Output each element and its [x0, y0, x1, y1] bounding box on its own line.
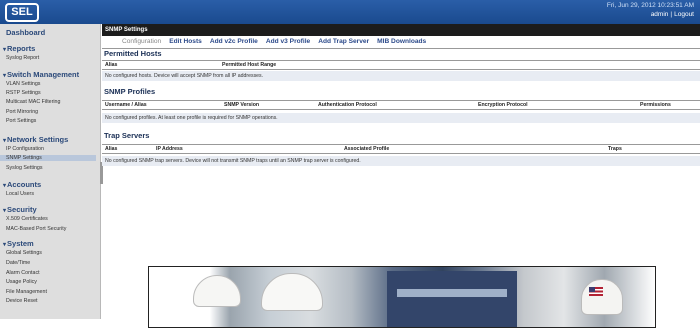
sidebar-section-security[interactable]: ▾Security	[0, 205, 100, 214]
sidebar-item-syslog-report[interactable]: Syslog Report	[0, 55, 100, 61]
sidebar-item-port-mirroring[interactable]: Port Mirroring	[0, 109, 100, 115]
sidebar-item-usage-policy[interactable]: Usage Policy	[0, 279, 100, 285]
user-separator: |	[670, 11, 673, 18]
column-header: Authentication Protocol	[318, 102, 377, 108]
sidebar-item-device-reset[interactable]: Device Reset	[0, 298, 100, 304]
trap-servers-heading: Trap Servers	[104, 131, 150, 140]
permitted-hosts-empty-message: No configured hosts. Device will accept …	[102, 71, 700, 81]
section-label: Accounts	[7, 180, 42, 189]
column-header: Permissions	[640, 102, 671, 108]
section-label: Network Settings	[7, 135, 69, 144]
column-header: Associated Profile	[344, 146, 390, 152]
tab-add-v3-profile[interactable]: Add v3 Profile	[266, 38, 310, 48]
tab-add-trap-server[interactable]: Add Trap Server	[318, 38, 369, 48]
top-header-bar: SEL Fri, Jun 29, 2012 10:23:51 AM admin |…	[0, 0, 700, 24]
tab-mib-downloads[interactable]: MIB Downloads	[377, 38, 426, 48]
sidebar-section-switch-management[interactable]: ▾Switch Management	[0, 70, 100, 79]
logout-link[interactable]: Logout	[674, 11, 694, 18]
datetime-display: Fri, Jun 29, 2012 10:23:51 AM	[606, 2, 694, 9]
section-label: Switch Management	[7, 70, 80, 79]
sidebar-item-date-time[interactable]: Date/Time	[0, 260, 100, 266]
section-label: System	[7, 239, 34, 248]
sidebar-item-syslog-settings[interactable]: Syslog Settings	[0, 165, 100, 171]
section-label: Security	[7, 205, 37, 214]
sidebar-item-alarm-contact[interactable]: Alarm Contact	[0, 270, 100, 276]
tab-add-v2c-profile[interactable]: Add v2c Profile	[210, 38, 258, 48]
sidebar-section-accounts[interactable]: ▾Accounts	[0, 180, 100, 189]
sidebar-item-rstp-settings[interactable]: RSTP Settings	[0, 90, 100, 96]
tab-bar: Configuration Edit Hosts Add v2c Profile…	[122, 38, 434, 48]
sidebar-item-vlan-settings[interactable]: VLAN Settings	[0, 81, 100, 87]
sidebar-item-file-management[interactable]: File Management	[0, 289, 100, 295]
trap-servers-header-row: Alias IP Address Associated Profile Trap…	[102, 144, 700, 154]
column-header: Alias	[105, 146, 118, 152]
expand-arrow-icon: ▾	[3, 73, 7, 79]
permitted-hosts-header-row: Alias Permitted Host Range	[102, 60, 700, 70]
sidebar-item-x509-certificates[interactable]: X.509 Certificates	[0, 216, 100, 222]
sidebar-item-snmp-settings[interactable]: SNMP Settings	[0, 155, 96, 161]
flag-canton	[589, 287, 595, 292]
sidebar-item-local-users[interactable]: Local Users	[0, 191, 100, 197]
expand-arrow-icon: ▾	[3, 242, 7, 248]
sidebar-item-ip-configuration[interactable]: IP Configuration	[0, 146, 100, 152]
sidebar-section-reports[interactable]: ▾Reports	[0, 44, 100, 53]
column-header: Alias	[105, 62, 118, 68]
hard-hat-right	[581, 279, 623, 315]
column-header: Encryption Protocol	[478, 102, 528, 108]
tab-divider	[102, 48, 700, 49]
tab-configuration[interactable]: Configuration	[122, 38, 161, 48]
expand-arrow-icon: ▾	[3, 138, 7, 144]
column-header: SNMP Version	[224, 102, 260, 108]
username: admin	[650, 11, 669, 18]
equipment-panel	[397, 289, 507, 297]
expand-arrow-icon: ▾	[3, 183, 7, 189]
sidebar-item-mac-based-port-security[interactable]: MAC-Based Port Security	[0, 226, 100, 232]
sidebar-nav: Dashboard ▾Reports Syslog Report ▾Switch…	[0, 24, 101, 319]
column-header: IP Address	[156, 146, 183, 152]
sidebar-item-multicast-mac-filtering[interactable]: Multicast MAC Filtering	[0, 99, 100, 105]
snmp-profiles-heading: SNMP Profiles	[104, 87, 156, 96]
permitted-hosts-heading: Permitted Hosts	[104, 49, 162, 58]
column-header: Permitted Host Range	[222, 62, 277, 68]
trap-servers-empty-message: No configured SNMP trap servers. Device …	[102, 156, 700, 166]
column-header: Username / Alias	[105, 102, 147, 108]
sidebar-item-dashboard[interactable]: Dashboard	[0, 28, 100, 40]
section-label: Reports	[7, 44, 36, 53]
sidebar-section-network-settings[interactable]: ▾Network Settings	[0, 135, 100, 144]
column-header: Traps	[608, 146, 622, 152]
snmp-profiles-header-row: Username / Alias SNMP Version Authentica…	[102, 100, 700, 110]
expand-arrow-icon: ▾	[3, 208, 7, 214]
user-info: admin | Logout	[651, 11, 694, 18]
expand-arrow-icon: ▾	[3, 47, 7, 53]
sel-logo[interactable]: SEL	[5, 3, 39, 22]
sidebar-item-global-settings[interactable]: Global Settings	[0, 250, 100, 256]
sidebar-section-system[interactable]: ▾System	[0, 239, 100, 248]
snmp-profiles-empty-message: No configured profiles. At least one pro…	[102, 113, 700, 123]
sidebar-item-port-settings[interactable]: Port Settings	[0, 118, 100, 124]
page-title: SNMP Settings	[102, 24, 700, 36]
tab-edit-hosts[interactable]: Edit Hosts	[169, 38, 202, 48]
